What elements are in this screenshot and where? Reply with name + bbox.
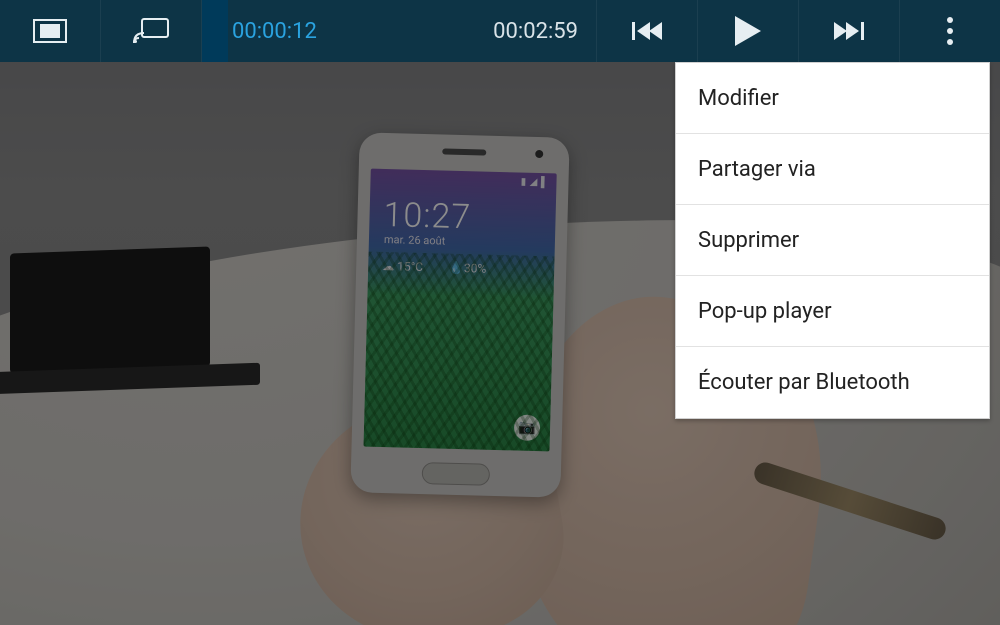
phone-home-button xyxy=(422,462,491,486)
play-icon xyxy=(735,16,761,46)
aspect-ratio-icon xyxy=(33,19,67,43)
phone-speaker xyxy=(442,148,486,155)
camera-shortcut-icon: 📷 xyxy=(514,414,541,441)
total-time: 00:02:59 xyxy=(493,19,578,44)
phone-status-icons: ▮ ◢ ▌ xyxy=(521,177,549,189)
screen-mirroring-button[interactable] xyxy=(101,0,201,62)
options-menu: Modifier Partager via Supprimer Pop-up p… xyxy=(675,62,990,419)
background-laptop xyxy=(10,247,210,374)
phone-date: mar. 26 août xyxy=(384,233,446,248)
progress-fill xyxy=(202,0,228,62)
menu-item-partager-via[interactable]: Partager via xyxy=(676,134,989,205)
skip-previous-icon xyxy=(632,20,662,42)
phone-humidity: 30% xyxy=(464,261,487,276)
cast-icon xyxy=(133,18,169,44)
phone-in-video: ▮ ◢ ▌ 10:27 mar. 26 août ☁ 15°C 💧30% 📷 xyxy=(350,132,569,497)
player-top-bar: 00:00:12 00:02:59 xyxy=(0,0,1000,62)
phone-clock: 10:27 xyxy=(383,195,472,237)
current-time: 00:00:12 xyxy=(232,19,317,44)
more-options-button[interactable] xyxy=(900,0,1000,62)
aspect-ratio-button[interactable] xyxy=(0,0,100,62)
menu-item-modifier[interactable]: Modifier xyxy=(676,63,989,134)
menu-item-label: Supprimer xyxy=(698,228,799,253)
play-button[interactable] xyxy=(698,0,798,62)
skip-next-icon xyxy=(834,20,864,42)
phone-front-camera xyxy=(535,150,543,158)
previous-button[interactable] xyxy=(597,0,697,62)
menu-item-label: Écouter par Bluetooth xyxy=(698,370,910,395)
menu-item-ecouter-bluetooth[interactable]: Écouter par Bluetooth xyxy=(676,347,989,418)
seek-bar[interactable]: 00:00:12 00:02:59 xyxy=(202,0,596,62)
menu-item-label: Pop-up player xyxy=(698,299,832,324)
video-player-screen: ▮ ◢ ▌ 10:27 mar. 26 août ☁ 15°C 💧30% 📷 xyxy=(0,0,1000,625)
menu-item-supprimer[interactable]: Supprimer xyxy=(676,205,989,276)
menu-item-label: Modifier xyxy=(698,86,779,111)
phone-weather-row: ☁ 15°C 💧30% xyxy=(382,259,486,276)
next-button[interactable] xyxy=(799,0,899,62)
menu-item-label: Partager via xyxy=(698,157,816,182)
phone-lockscreen: ▮ ◢ ▌ 10:27 mar. 26 août ☁ 15°C 💧30% 📷 xyxy=(364,169,557,452)
menu-item-popup-player[interactable]: Pop-up player xyxy=(676,276,989,347)
phone-temp: 15°C xyxy=(397,259,423,274)
more-vertical-icon xyxy=(946,16,954,46)
